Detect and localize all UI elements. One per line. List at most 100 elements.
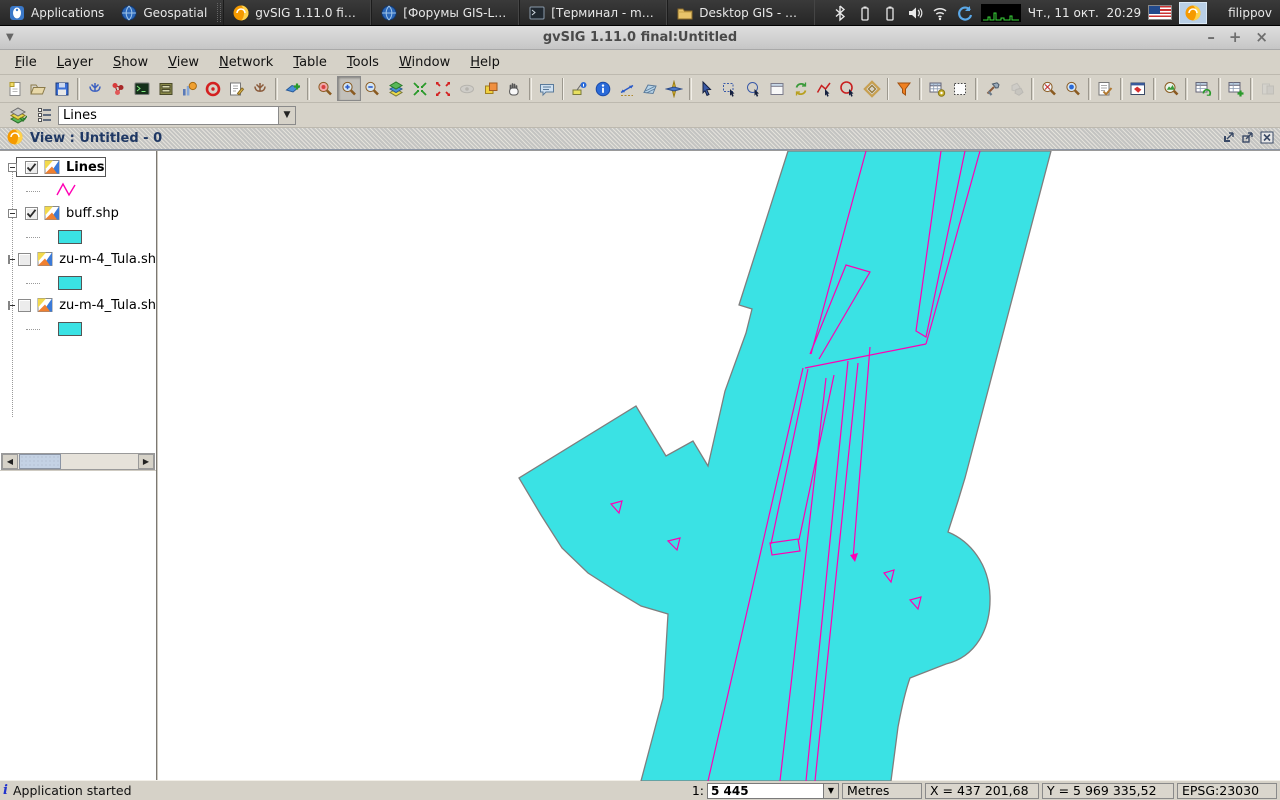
grapple-blue-button[interactable]: [83, 76, 107, 101]
view-window-titlebar[interactable]: View : Untitled - 0: [0, 128, 1280, 150]
layer-name[interactable]: buff.shp: [66, 206, 119, 221]
active-window-tray-icon[interactable]: [1179, 2, 1207, 24]
view-restore-icon[interactable]: [1241, 131, 1254, 147]
measure-area-button[interactable]: [638, 76, 662, 101]
us-flag-icon[interactable]: [1148, 5, 1172, 20]
tree-collapse-icon[interactable]: [8, 163, 17, 172]
combobox-arrow-icon[interactable]: ▼: [278, 107, 295, 124]
wifi-icon[interactable]: [931, 4, 949, 22]
layer-add-button[interactable]: [281, 76, 305, 101]
select-rect-button[interactable]: [718, 76, 742, 101]
scrollbar-thumb[interactable]: [19, 454, 61, 469]
save-button[interactable]: [50, 76, 74, 101]
view-close-icon[interactable]: [1260, 131, 1274, 147]
notebook-edit-button[interactable]: [225, 76, 249, 101]
document-new-button[interactable]: [3, 76, 27, 101]
layer-name[interactable]: zu-m-4_Tula.sh: [59, 252, 156, 267]
select-arrow-button[interactable]: [695, 76, 719, 101]
satellite-info-button[interactable]: [567, 76, 591, 101]
compass-gps-button[interactable]: [662, 76, 686, 101]
layer-checkbox[interactable]: [18, 299, 31, 312]
molecule-button[interactable]: [106, 76, 130, 101]
locator-magnifier-button[interactable]: [1037, 76, 1061, 101]
toc-horizontal-scrollbar[interactable]: ◀ ▶: [1, 453, 155, 470]
folder-open-button[interactable]: [27, 76, 51, 101]
tree-collapse-icon[interactable]: [8, 209, 17, 218]
layer-row[interactable]: buff.shp: [0, 203, 156, 223]
hyperlink-bubble-button[interactable]: [535, 76, 559, 101]
zoom-out-button[interactable]: [361, 76, 385, 101]
scroll-right-icon[interactable]: ▶: [138, 454, 154, 469]
scroll-left-icon[interactable]: ◀: [2, 454, 18, 469]
select-polyline-button[interactable]: [813, 76, 837, 101]
table-insert-button[interactable]: [1224, 76, 1248, 101]
layer-row[interactable]: zu-m-4_Tula.sh: [0, 249, 156, 269]
menu-window[interactable]: Window: [390, 52, 459, 73]
target-record-button[interactable]: [201, 76, 225, 101]
taskbar-menu-applications[interactable]: Applications: [0, 0, 112, 25]
chart-ball-button[interactable]: [177, 76, 201, 101]
table-reload-button[interactable]: [1191, 76, 1215, 101]
menu-show[interactable]: Show: [104, 52, 157, 73]
zoom-previous-button[interactable]: [313, 76, 337, 101]
select-circle-button[interactable]: [836, 76, 860, 101]
menu-help[interactable]: Help: [461, 52, 509, 73]
active-layer-combobox[interactable]: Lines ▼: [58, 106, 296, 125]
scale-combobox[interactable]: 5 445 ▼: [707, 783, 839, 799]
layer-checkbox[interactable]: [25, 207, 38, 220]
filter-funnel-button[interactable]: [892, 76, 916, 101]
grapple-brown-button[interactable]: [248, 76, 272, 101]
select-dashed-button[interactable]: [949, 76, 973, 101]
scale-arrow-icon[interactable]: ▼: [823, 784, 838, 798]
zoom-in-button[interactable]: [337, 76, 361, 101]
pan-hand-button[interactable]: [502, 76, 526, 101]
menu-table[interactable]: Table: [284, 52, 336, 73]
taskbar-task-button[interactable]: Desktop GIS - Фай...: [667, 0, 815, 25]
bluetooth-icon[interactable]: [831, 4, 849, 22]
tree-collapse-icon[interactable]: [8, 255, 10, 264]
battery-icon[interactable]: [856, 4, 874, 22]
menu-file[interactable]: File: [6, 52, 46, 73]
clock[interactable]: Чт., 11 окт. 20:29: [1028, 6, 1141, 20]
measure-distance-button[interactable]: [615, 76, 639, 101]
layer-name[interactable]: Lines: [66, 160, 105, 175]
battery-icon[interactable]: [881, 4, 899, 22]
select-window-button[interactable]: [765, 76, 789, 101]
terminal-console-button[interactable]: [130, 76, 154, 101]
view-minimize-icon[interactable]: [1222, 131, 1235, 147]
zoom-all-layers-button[interactable]: [384, 76, 408, 101]
menu-tools[interactable]: Tools: [338, 52, 388, 73]
table-settings-button[interactable]: [925, 76, 949, 101]
search-magnifier-button[interactable]: [1061, 76, 1085, 101]
layer-checkbox[interactable]: [18, 253, 31, 266]
menu-view[interactable]: View: [159, 52, 208, 73]
menu-layer[interactable]: Layer: [48, 52, 102, 73]
netgraph-icon[interactable]: [981, 4, 1021, 22]
refresh-icon[interactable]: [956, 4, 974, 22]
select-lasso-button[interactable]: [742, 76, 766, 101]
layer-row[interactable]: zu-m-4_Tula.sh: [0, 295, 156, 315]
layer-list-icon[interactable]: [36, 106, 54, 124]
cabinet-button[interactable]: [154, 76, 178, 101]
map-canvas[interactable]: [158, 151, 1280, 780]
tree-collapse-icon[interactable]: [8, 301, 10, 310]
toolbox-hammer-button[interactable]: [981, 76, 1005, 101]
window-titlebar[interactable]: ▼ gvSIG 1.11.0 final:Untitled – + ×: [0, 26, 1280, 50]
taskbar-task-button[interactable]: [Форумы GIS-Lab....: [371, 0, 519, 25]
maximize-button[interactable]: +: [1229, 30, 1242, 45]
taskbar-task-button[interactable]: gvSIG 1.11.0 final:...: [223, 0, 371, 25]
layer-row[interactable]: Lines: [0, 157, 156, 177]
zoom-raster-button[interactable]: [1159, 76, 1183, 101]
layers-visibility-icon[interactable]: [9, 106, 27, 124]
zoom-extent-red-button[interactable]: [431, 76, 455, 101]
frames-move-button[interactable]: [479, 76, 503, 101]
epsg-code[interactable]: EPSG:23030: [1177, 783, 1277, 799]
validate-edit-button[interactable]: [1094, 76, 1118, 101]
zoom-select-green-button[interactable]: [408, 76, 432, 101]
info-button[interactable]: [591, 76, 615, 101]
volume-icon[interactable]: [906, 4, 924, 22]
layer-name[interactable]: zu-m-4_Tula.sh: [59, 298, 156, 313]
reload-arrows-button[interactable]: [789, 76, 813, 101]
username[interactable]: filippov: [1228, 6, 1272, 20]
buffer-diamond-button[interactable]: [860, 76, 884, 101]
